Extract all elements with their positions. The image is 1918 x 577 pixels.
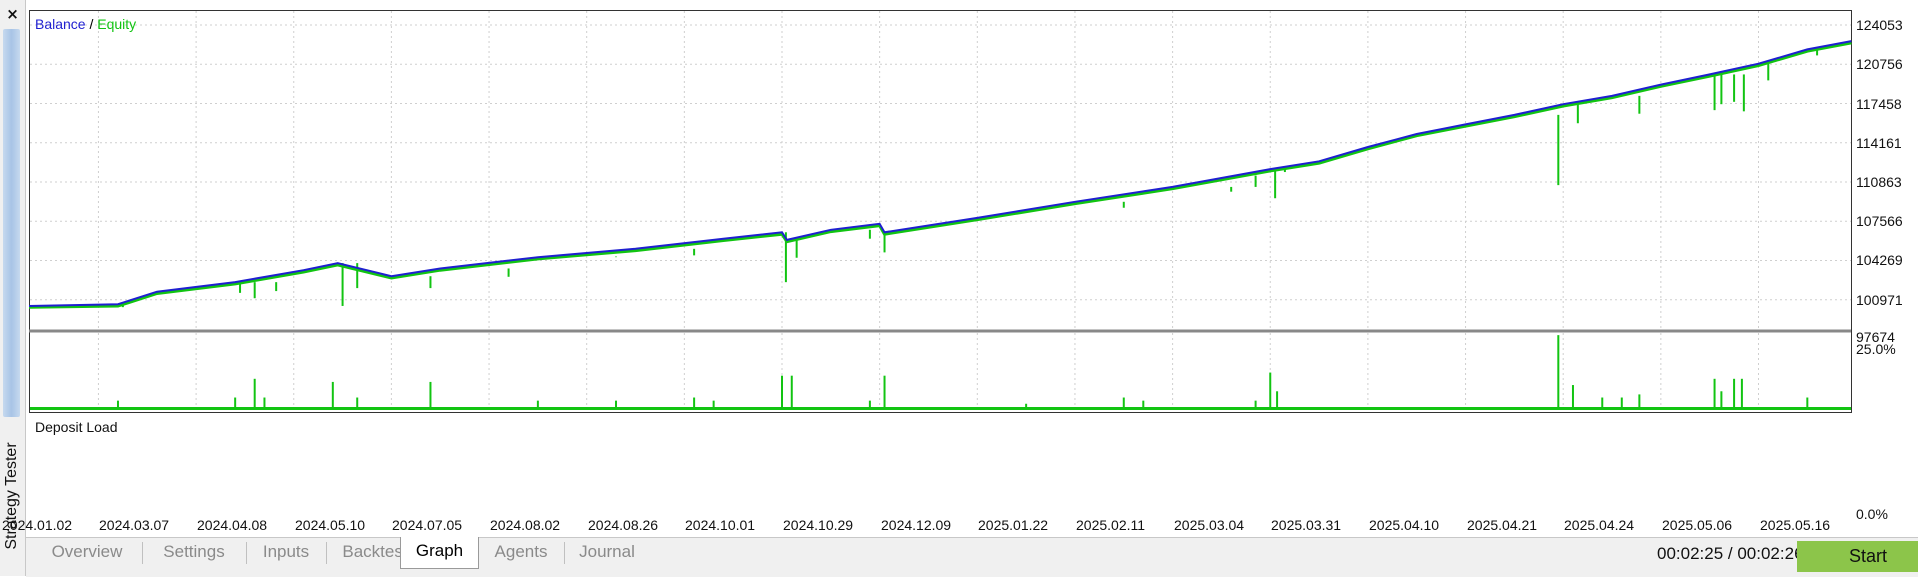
- panel-title: Strategy Tester: [3, 442, 20, 550]
- load-plot-frame: [29, 331, 1852, 413]
- y-tick-label: 114161: [1856, 134, 1902, 151]
- tab-divider: [326, 542, 327, 564]
- x-tick-label: 2024.04.08: [197, 517, 268, 533]
- deposit-load-min-label: 0.0%: [1856, 506, 1888, 522]
- x-tick-label: 2025.04.24: [1564, 517, 1635, 533]
- y-tick-label: 124053: [1856, 17, 1903, 33]
- tab-journal[interactable]: Journal: [566, 538, 648, 568]
- x-tick-label: 2024.12.09: [881, 517, 952, 533]
- legend-balance: Balance: [35, 16, 86, 32]
- tab-overview[interactable]: Overview: [34, 538, 140, 568]
- x-tick-label: 2025.03.31: [1271, 517, 1342, 533]
- x-tick-label: 2024.08.02: [490, 517, 561, 533]
- y-tick-label: 120756: [1856, 56, 1903, 73]
- elapsed-time: 00:02:25 / 00:02:26: [1657, 544, 1804, 563]
- x-tick-label: 2024.10.29: [783, 517, 854, 533]
- dock-grip-handle[interactable]: [3, 29, 20, 417]
- y-tick-label: 117458: [1856, 95, 1902, 112]
- strategy-tester-side-panel: × Strategy Tester: [0, 0, 26, 576]
- legend-separator: /: [89, 16, 94, 32]
- x-tick-label: 2025.04.10: [1369, 517, 1440, 533]
- tab-divider: [564, 542, 565, 564]
- y-tick-label: 110863: [1856, 174, 1902, 190]
- tab-divider: [142, 542, 143, 564]
- y-tick-label: 107566: [1856, 213, 1903, 230]
- tab-inputs[interactable]: Inputs: [248, 538, 324, 568]
- x-tick-label: 2024.10.01: [685, 517, 756, 533]
- close-icon[interactable]: ×: [0, 0, 25, 28]
- main-plot-frame: [29, 10, 1852, 331]
- deposit-load-max-label: 25.0%: [1856, 341, 1896, 357]
- x-tick-label: 2024.08.26: [588, 517, 659, 533]
- x-tick-label: 2025.04.21: [1467, 517, 1538, 533]
- x-tick-label: 2025.01.22: [978, 517, 1049, 533]
- tab-settings[interactable]: Settings: [144, 538, 244, 568]
- deposit-load-label: Deposit Load: [35, 419, 118, 435]
- x-tick-label: 2024.05.10: [295, 517, 366, 533]
- x-tick-label: 2024.07.05: [392, 517, 463, 533]
- tab-agents[interactable]: Agents: [480, 538, 562, 568]
- x-tick-label: 2024.01.02: [2, 517, 73, 533]
- x-tick-label: 2025.05.16: [1760, 517, 1831, 533]
- y-tick-label: 104269: [1856, 252, 1903, 269]
- tab-bar: Overview Settings Inputs Backtest Graph …: [26, 537, 1918, 577]
- y-tick-label: 100971: [1856, 291, 1903, 308]
- x-tick-label: 2024.03.07: [99, 517, 170, 533]
- start-button[interactable]: Start: [1797, 541, 1918, 572]
- legend-equity: Equity: [97, 16, 137, 32]
- chart-legend: Balance / Equity: [35, 16, 136, 32]
- x-tick-label: 2025.02.11: [1076, 517, 1146, 533]
- tab-graph[interactable]: Graph: [400, 537, 479, 569]
- tab-divider: [246, 542, 247, 564]
- balance-equity-chart: [29, 10, 1852, 413]
- x-tick-label: 2025.05.06: [1662, 517, 1733, 533]
- x-tick-label: 2025.03.04: [1174, 517, 1245, 533]
